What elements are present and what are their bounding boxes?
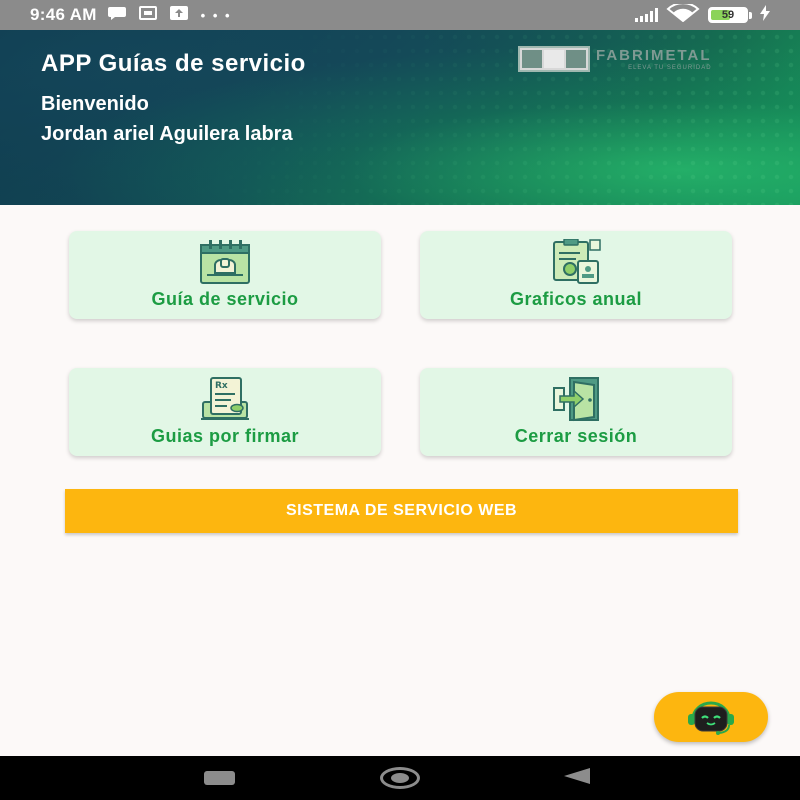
- annual-charts-card[interactable]: Graficos anual: [420, 231, 732, 319]
- recent-apps-icon[interactable]: [204, 771, 235, 785]
- navigation-bar: [0, 756, 800, 800]
- user-name: Jordan ariel Aguilera labra: [41, 123, 293, 145]
- chat-bubble-icon: [107, 5, 127, 26]
- guides-to-sign-card[interactable]: Rx Guias por firmar: [69, 368, 381, 456]
- web-service-system-button[interactable]: SISTEMA DE SERVICIO WEB: [65, 489, 738, 533]
- clipboard-chart-icon: [553, 239, 601, 284]
- fabrimetal-logo: FABRIMETAL ELEVA TU SEGURIDAD: [518, 46, 712, 72]
- more-dots-icon: • • •: [200, 7, 232, 23]
- signal-icon: [635, 8, 658, 22]
- service-guide-card[interactable]: Guía de servicio: [69, 231, 381, 319]
- exit-door-icon: [553, 377, 599, 422]
- logout-label: Cerrar sesión: [514, 426, 638, 446]
- guides-to-sign-label: Guias por firmar: [150, 426, 300, 446]
- back-icon[interactable]: [564, 768, 590, 784]
- logo-text: FABRIMETAL: [596, 46, 712, 64]
- elevator-logo-icon: [518, 46, 590, 72]
- svg-text:Rx: Rx: [215, 381, 228, 391]
- calendar-elevator-icon: [200, 240, 250, 284]
- chatbot-fab[interactable]: [654, 692, 768, 742]
- calendar-icon: [138, 5, 157, 25]
- logout-card[interactable]: Cerrar sesión: [420, 368, 732, 456]
- battery-percent: 59: [721, 9, 735, 21]
- robot-assistant-icon: [688, 701, 734, 735]
- annual-charts-label: Graficos anual: [509, 289, 643, 309]
- status-time: 9:46 AM: [30, 5, 97, 24]
- upload-icon: [169, 5, 189, 26]
- charging-icon: [760, 4, 770, 26]
- service-guide-label: Guía de servicio: [151, 289, 299, 309]
- wifi-icon: [666, 1, 700, 27]
- app-header: APP Guías de servicio Bienvenido Jordan …: [0, 30, 800, 205]
- battery-icon: 59: [708, 7, 752, 23]
- page-title: APP Guías de servicio: [41, 50, 306, 77]
- logo-tagline: ELEVA TU SEGURIDAD: [628, 64, 712, 71]
- home-icon[interactable]: [380, 767, 420, 789]
- prescription-document-icon: Rx: [201, 377, 249, 420]
- welcome-text: Bienvenido: [41, 93, 149, 115]
- status-bar: 9:46 AM • • • 59: [0, 0, 800, 30]
